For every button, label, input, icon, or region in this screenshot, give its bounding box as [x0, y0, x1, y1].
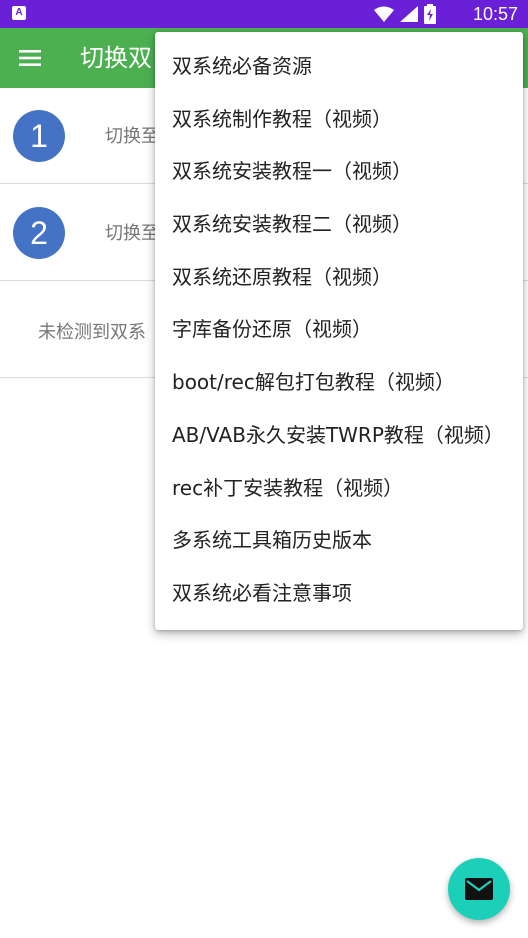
mail-fab-button[interactable]: [448, 858, 510, 920]
menu-item-boot-rec-unpack[interactable]: boot/rec解包打包教程（视频）: [155, 356, 523, 409]
menu-item-install-tutorial-2[interactable]: 双系统安装教程二（视频）: [155, 198, 523, 251]
hamburger-menu-icon: [19, 50, 41, 66]
app-notification-icon: A: [12, 6, 26, 20]
wifi-icon: [374, 6, 394, 22]
signal-icon: [400, 6, 418, 22]
detection-status-text: 未检测到双系: [38, 322, 146, 343]
slot-number-badge: 1: [13, 110, 65, 162]
overflow-menu: 双系统必备资源 双系统制作教程（视频） 双系统安装教程一（视频） 双系统安装教程…: [155, 32, 523, 630]
menu-item-font-backup[interactable]: 字库备份还原（视频）: [155, 303, 523, 356]
menu-item-restore-tutorial[interactable]: 双系统还原教程（视频）: [155, 251, 523, 304]
menu-item-make-tutorial[interactable]: 双系统制作教程（视频）: [155, 93, 523, 146]
clock: 10:57: [472, 4, 518, 24]
mail-icon: [465, 878, 493, 900]
battery-icon: [424, 4, 436, 24]
slot-number-badge: 2: [13, 207, 65, 259]
menu-item-resources[interactable]: 双系统必备资源: [155, 40, 523, 93]
slot-label: 切换至: [105, 223, 159, 244]
slot-label: 切换至: [105, 126, 159, 147]
menu-item-rec-patch[interactable]: rec补丁安装教程（视频）: [155, 462, 523, 515]
hamburger-menu-button[interactable]: [14, 42, 46, 74]
menu-item-notes[interactable]: 双系统必看注意事项: [155, 567, 523, 620]
menu-item-install-tutorial-1[interactable]: 双系统安装教程一（视频）: [155, 145, 523, 198]
system-icons: [374, 4, 436, 24]
status-bar: A 10:57: [0, 0, 528, 28]
menu-item-twrp-install[interactable]: AB/VAB永久安装TWRP教程（视频）: [155, 409, 523, 462]
menu-item-history-versions[interactable]: 多系统工具箱历史版本: [155, 514, 523, 567]
